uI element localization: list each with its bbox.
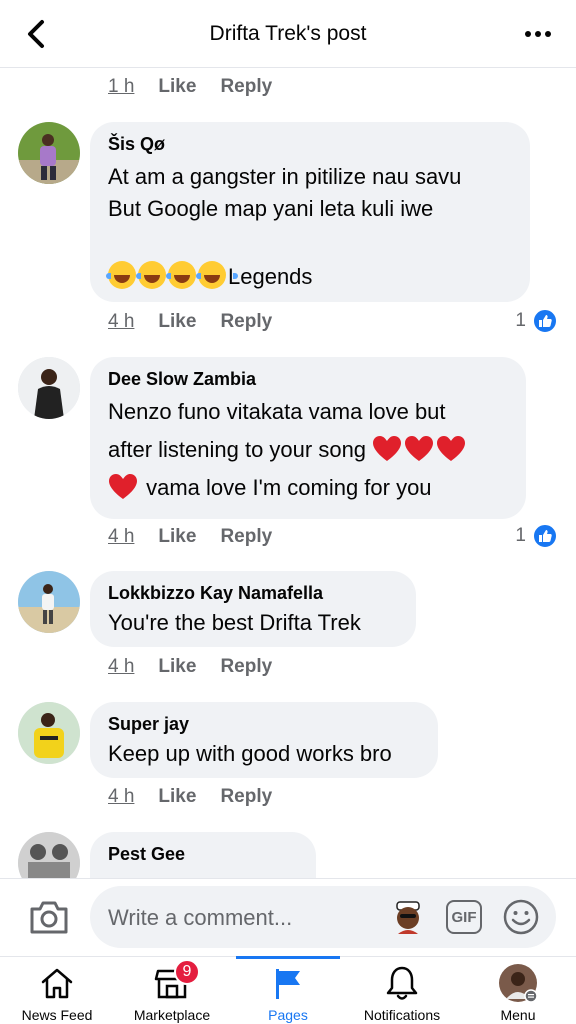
comment-meta: 4 h Like Reply xyxy=(108,526,272,548)
comment-item: Šis Qø At am a gangster in pitilize nau … xyxy=(18,122,530,302)
comment-item: Dee Slow Zambia Nenzo funo vitakata vama… xyxy=(18,357,526,519)
reaction-count: 1 xyxy=(515,310,526,331)
reply-button[interactable]: Reply xyxy=(220,76,272,98)
reaction-summary[interactable]: 1 xyxy=(515,523,558,549)
avatar[interactable] xyxy=(18,832,80,878)
page-title: Drifta Trek's post xyxy=(209,22,367,45)
menu-avatar-icon xyxy=(499,964,538,1003)
heart-emoji-icon xyxy=(109,474,137,499)
emoji-button[interactable] xyxy=(502,898,540,936)
emoji-icon xyxy=(503,899,539,935)
tab-menu[interactable]: Menu xyxy=(490,957,546,1024)
bottom-tab-bar: News Feed 9 Marketplace Pages Notificati… xyxy=(0,956,576,1024)
camera-icon xyxy=(30,901,68,934)
avatar[interactable] xyxy=(18,702,80,764)
comment-time[interactable]: 4 h xyxy=(108,786,134,808)
reaction-summary[interactable]: 1 xyxy=(515,308,558,334)
comment-emoji-line: Legends xyxy=(106,261,512,293)
comment-item: Lokkbizzo Kay Namafella You're the best … xyxy=(18,571,416,647)
bell-icon xyxy=(386,966,418,1000)
comment-text-line: vama love I'm coming for you xyxy=(108,472,508,504)
laughing-emoji-icon xyxy=(136,261,178,289)
comment-time[interactable]: 4 h xyxy=(108,311,134,333)
like-button[interactable]: Like xyxy=(158,656,196,678)
comment-meta: 4 h Like Reply xyxy=(108,786,272,808)
heart-emoji-icon xyxy=(373,436,402,461)
heart-emoji-icon xyxy=(437,436,466,461)
comment-meta: 1 h Like Reply xyxy=(108,76,272,98)
tab-label: Notifications xyxy=(363,1007,441,1023)
comment-text-line: At am a gangster in pitilize nau savu xyxy=(108,164,462,189)
commenter-name[interactable]: Šis Qø xyxy=(108,134,512,155)
like-badge-icon xyxy=(532,523,558,549)
avatar-sticker-button[interactable] xyxy=(390,900,426,936)
comment-text: after listening to your song xyxy=(108,437,367,462)
comment-time[interactable]: 1 h xyxy=(108,76,134,98)
comment-text: You're the best Drifta Trek xyxy=(108,610,361,635)
flag-icon xyxy=(276,969,300,999)
reply-button[interactable]: Reply xyxy=(220,656,272,678)
comment-bubble[interactable]: Lokkbizzo Kay Namafella You're the best … xyxy=(90,571,416,647)
comment-item: Pest Gee xyxy=(18,832,316,878)
comment-item: Super jay Keep up with good works bro xyxy=(18,702,438,778)
laughing-emoji-icon xyxy=(196,261,238,289)
tab-news-feed[interactable]: News Feed xyxy=(14,957,100,1024)
comment-text-line: after listening to your song xyxy=(108,434,508,466)
comment-bubble[interactable]: Dee Slow Zambia Nenzo funo vitakata vama… xyxy=(90,357,526,519)
tab-label: Pages xyxy=(268,1007,308,1023)
comment-time[interactable]: 4 h xyxy=(108,656,134,678)
comment-input[interactable]: Write a comment... GIF xyxy=(90,886,556,948)
commenter-name[interactable]: Super jay xyxy=(108,714,420,735)
comment-input-placeholder: Write a comment... xyxy=(108,905,293,930)
notification-badge: 9 xyxy=(174,959,200,985)
avatar[interactable] xyxy=(18,357,80,419)
home-icon xyxy=(41,968,73,999)
laughing-emoji-icon xyxy=(166,261,208,289)
gif-button[interactable]: GIF xyxy=(446,900,482,934)
gif-icon: GIF xyxy=(451,908,477,926)
like-button[interactable]: Like xyxy=(158,76,196,98)
reply-button[interactable]: Reply xyxy=(220,526,272,548)
tab-marketplace[interactable]: 9 Marketplace xyxy=(126,957,218,1024)
reply-button[interactable]: Reply xyxy=(220,311,272,333)
avatar[interactable] xyxy=(18,122,80,184)
commenter-name[interactable]: Pest Gee xyxy=(108,844,298,865)
comment-bubble[interactable]: Šis Qø At am a gangster in pitilize nau … xyxy=(90,122,530,302)
comment-bubble[interactable]: Pest Gee xyxy=(90,832,316,878)
comment-time[interactable]: 4 h xyxy=(108,526,134,548)
like-button[interactable]: Like xyxy=(158,311,196,333)
comment-composer: Write a comment... GIF xyxy=(0,878,576,956)
camera-button[interactable] xyxy=(28,897,70,937)
like-badge-icon xyxy=(532,308,558,334)
comment-meta: 4 h Like Reply xyxy=(108,656,272,678)
comment-text-line: But Google map yani leta kuli iwe xyxy=(108,196,434,221)
commenter-name[interactable]: Lokkbizzo Kay Namafella xyxy=(108,583,398,604)
more-icon xyxy=(525,31,531,37)
tab-label: News Feed xyxy=(21,1007,93,1023)
tab-label: Marketplace xyxy=(133,1007,211,1023)
comment-text: Keep up with good works bro xyxy=(108,741,392,766)
comments-feed[interactable]: 1 h Like Reply Šis Qø At am a gangster i… xyxy=(0,68,576,878)
comment-bubble[interactable]: Super jay Keep up with good works bro xyxy=(90,702,438,778)
heart-emoji-icon xyxy=(405,436,434,461)
avatar[interactable] xyxy=(18,571,80,633)
reply-button[interactable]: Reply xyxy=(220,786,272,808)
comment-meta: 4 h Like Reply xyxy=(108,311,272,333)
tab-pages[interactable]: Pages xyxy=(246,957,330,1024)
reaction-count: 1 xyxy=(515,525,526,546)
laughing-emoji-icon xyxy=(106,261,148,289)
like-button[interactable]: Like xyxy=(158,786,196,808)
comment-text-line: Nenzo funo vitakata vama love but xyxy=(108,399,446,424)
tab-notifications[interactable]: Notifications xyxy=(352,957,452,1024)
tab-label: Menu xyxy=(500,1007,536,1023)
commenter-name[interactable]: Dee Slow Zambia xyxy=(108,369,508,390)
more-options-button[interactable] xyxy=(520,22,556,46)
comment-text: Legends xyxy=(228,264,313,289)
like-button[interactable]: Like xyxy=(158,526,196,548)
comment-text: vama love I'm coming for you xyxy=(146,475,432,500)
avatar-sticker-icon xyxy=(396,901,420,934)
top-bar: Drifta Trek's post xyxy=(0,0,576,68)
